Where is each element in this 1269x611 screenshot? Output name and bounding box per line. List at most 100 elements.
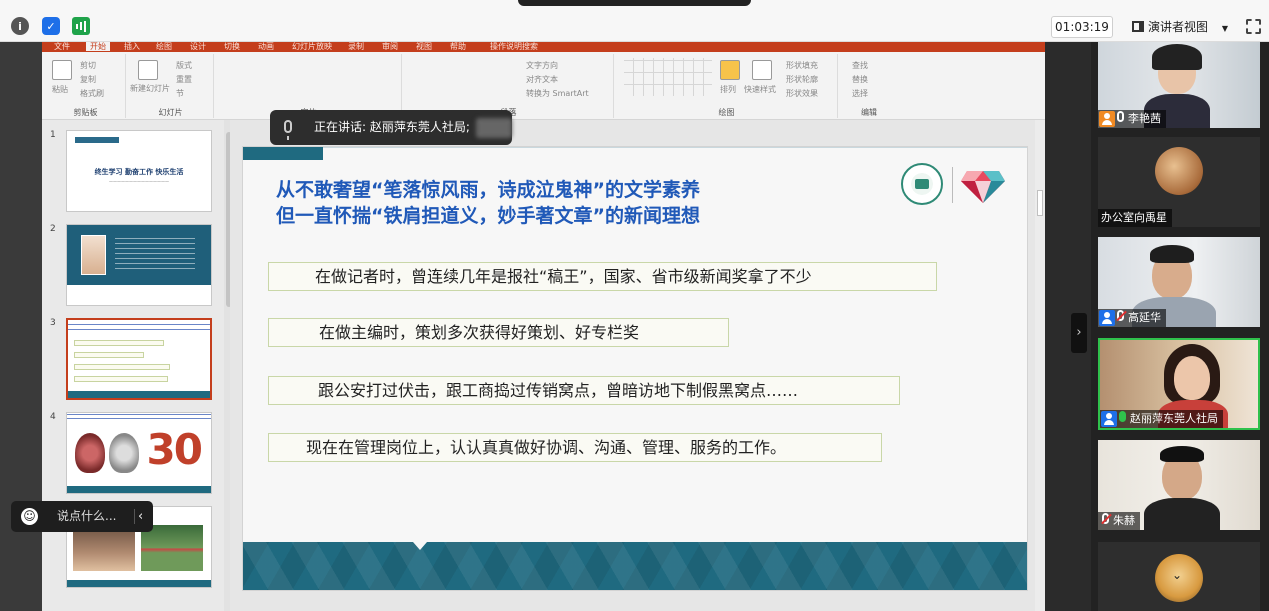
text-direction-button[interactable]: 文字方向 xyxy=(526,60,558,71)
participant-tile[interactable]: 朱赫 xyxy=(1098,440,1260,530)
group-label-clipboard: 剪贴板 xyxy=(73,108,98,117)
participant-face xyxy=(1174,356,1210,400)
participant-tile-active-speaker[interactable]: 赵丽萍东莞人社局 xyxy=(1098,338,1260,430)
tab-insert[interactable]: 插入 xyxy=(124,42,140,52)
cut-button[interactable]: 剪切 xyxy=(80,60,96,71)
thumbnail-number: 4 xyxy=(50,412,56,422)
thumbnail-medal xyxy=(75,433,105,473)
participant-tile[interactable]: ⌄ xyxy=(1098,542,1260,611)
group-font: 字体 xyxy=(216,54,402,118)
thumbnail-footer xyxy=(67,486,211,493)
chat-placeholder[interactable]: 说点什么... xyxy=(57,501,116,532)
tab-draw[interactable]: 绘图 xyxy=(156,42,172,52)
participant-hair xyxy=(1160,446,1204,462)
tab-home[interactable]: 开始 xyxy=(86,42,110,51)
slide-scrollbar[interactable] xyxy=(1035,120,1045,611)
reset-button[interactable]: 重置 xyxy=(176,74,192,85)
participant-name-label: 高延华 xyxy=(1098,309,1166,327)
presenter-view-button[interactable]: 演讲者视图 ▼ xyxy=(1126,16,1234,38)
participant-name: 赵丽萍东莞人社局 xyxy=(1130,412,1218,425)
select-button[interactable]: 选择 xyxy=(852,88,868,99)
signal-icon[interactable] xyxy=(72,17,90,35)
participant-name-label: 李艳茜 xyxy=(1098,110,1166,128)
slide-bullet-4: 现在在管理岗位上，认认真真做好协调、沟通、管理、服务的工作。 xyxy=(268,433,882,462)
chevron-left-icon[interactable]: ‹ xyxy=(138,501,143,532)
thumbnail-medal xyxy=(109,433,139,473)
current-slide[interactable]: 从不敢奢望“笔落惊风雨，诗成泣鬼神”的文学素养 但一直怀揣“铁肩担道义，妙手著文… xyxy=(242,146,1028,591)
participant-name: 办公室向禹星 xyxy=(1101,211,1167,224)
thumbnail-footer xyxy=(67,580,211,587)
slide-thumbnail-3[interactable] xyxy=(66,318,212,400)
paste-icon[interactable] xyxy=(52,60,72,80)
thumbnail-title-lines xyxy=(68,320,210,334)
participant-name-label: 赵丽萍东莞人社局 xyxy=(1100,410,1223,428)
presenter-view-icon xyxy=(1132,21,1144,32)
thumbnail-bullet xyxy=(74,352,144,358)
convert-smartart-button[interactable]: 转换为 SmartArt xyxy=(526,88,589,99)
scrollbar-thumb[interactable] xyxy=(1037,190,1043,216)
slide-bullet-1: 在做记者时，曾连续几年是报社“稿王”，国家、省市级新闻奖拿了不少 xyxy=(268,262,937,291)
tab-search[interactable]: 操作说明搜索 xyxy=(490,42,538,52)
participant-name-label: 办公室向禹星 xyxy=(1098,209,1172,227)
toolbar-handle[interactable] xyxy=(518,0,751,6)
slide-thumbnail-1[interactable]: 终生学习 勤奋工作 快乐生活 ——————————————— xyxy=(66,130,212,212)
chat-input-bar[interactable]: ☺ 说点什么... ‹ xyxy=(11,501,153,532)
tab-record[interactable]: 录制 xyxy=(348,42,364,52)
tab-design[interactable]: 设计 xyxy=(190,42,206,52)
tab-slideshow[interactable]: 幻灯片放映 xyxy=(292,42,332,52)
emoji-icon[interactable]: ☺ xyxy=(21,508,38,525)
layout-button[interactable]: 版式 xyxy=(176,60,192,71)
group-editing: 查找 替换 选择 编辑 xyxy=(840,54,898,118)
slide-top-line xyxy=(323,147,1027,148)
replace-button[interactable]: 替换 xyxy=(852,74,868,85)
presenter-view-label: 演讲者视图 xyxy=(1148,20,1209,34)
tab-animations[interactable]: 动画 xyxy=(258,42,274,52)
new-slide-button[interactable]: 新建幻灯片 xyxy=(130,84,170,94)
slide-thumbnail-4[interactable]: 30 xyxy=(66,412,212,494)
participant-tile[interactable]: 办公室向禹星 xyxy=(1098,137,1260,227)
shape-fill-button[interactable]: 形状填充 xyxy=(786,60,818,71)
mic-icon xyxy=(1117,111,1124,122)
info-icon[interactable]: i xyxy=(11,17,29,35)
tab-review[interactable]: 审阅 xyxy=(382,42,398,52)
slide-title-line-2: 但一直怀揣“铁肩担道义，妙手著文章”的新闻理想 xyxy=(276,205,700,227)
meeting-window: i ✓ 01:03:19 演讲者视图 ▼ 文件 开始 插入 绘图 设计 切换 动… xyxy=(0,0,1269,611)
tab-help[interactable]: 帮助 xyxy=(450,42,466,52)
shape-effects-button[interactable]: 形状效果 xyxy=(786,88,818,99)
paste-button[interactable]: 粘贴 xyxy=(52,84,68,95)
shape-outline-button[interactable]: 形状轮廓 xyxy=(786,74,818,85)
quick-styles-button[interactable]: 快速样式 xyxy=(744,84,776,95)
tab-transitions[interactable]: 切换 xyxy=(224,42,240,52)
chevron-down-icon[interactable]: ⌄ xyxy=(1172,568,1182,582)
new-slide-icon[interactable] xyxy=(138,60,158,80)
chevron-right-icon[interactable]: › xyxy=(1071,313,1087,353)
thumbnail-number: 1 xyxy=(50,130,56,140)
section-button[interactable]: 节 xyxy=(176,88,184,99)
participant-hair xyxy=(1152,44,1202,70)
slide-thumbnail-2[interactable] xyxy=(66,224,212,306)
arrange-button[interactable]: 排列 xyxy=(720,84,736,95)
find-button[interactable]: 查找 xyxy=(852,60,868,71)
shield-icon[interactable]: ✓ xyxy=(42,17,60,35)
group-clipboard: 粘贴 剪切 复制 格式刷 剪贴板 xyxy=(46,54,126,118)
tab-file[interactable]: 文件 xyxy=(54,42,70,52)
slide-editor: 从不敢奢望“笔落惊风雨，诗成泣鬼神”的文学素养 但一直怀揣“铁肩担道义，妙手著文… xyxy=(230,120,1045,611)
participant-tile[interactable]: 高延华 xyxy=(1098,237,1260,327)
arrange-icon[interactable] xyxy=(720,60,740,80)
participant-tile[interactable]: 李艳茜 xyxy=(1098,42,1260,128)
format-painter-button[interactable]: 格式刷 xyxy=(80,88,104,99)
mic-active-icon xyxy=(1119,411,1126,422)
ribbon-home: 粘贴 剪切 复制 格式刷 剪贴板 新建幻灯片 版式 重置 节 幻灯片 字体 文字… xyxy=(42,52,1045,120)
copy-button[interactable]: 复制 xyxy=(80,74,96,85)
thumbnail-header xyxy=(75,137,119,143)
fullscreen-icon[interactable] xyxy=(1246,19,1261,34)
align-text-button[interactable]: 对齐文本 xyxy=(526,74,558,85)
participant-hair xyxy=(1150,245,1194,263)
meeting-timer: 01:03:19 xyxy=(1051,16,1113,38)
quick-styles-icon[interactable] xyxy=(752,60,772,80)
avatar xyxy=(1155,147,1203,195)
shapes-gallery[interactable] xyxy=(624,58,712,96)
mic-muted-icon xyxy=(1117,310,1124,321)
tab-view[interactable]: 视图 xyxy=(416,42,432,52)
thumbnail-text-lines xyxy=(115,237,195,273)
